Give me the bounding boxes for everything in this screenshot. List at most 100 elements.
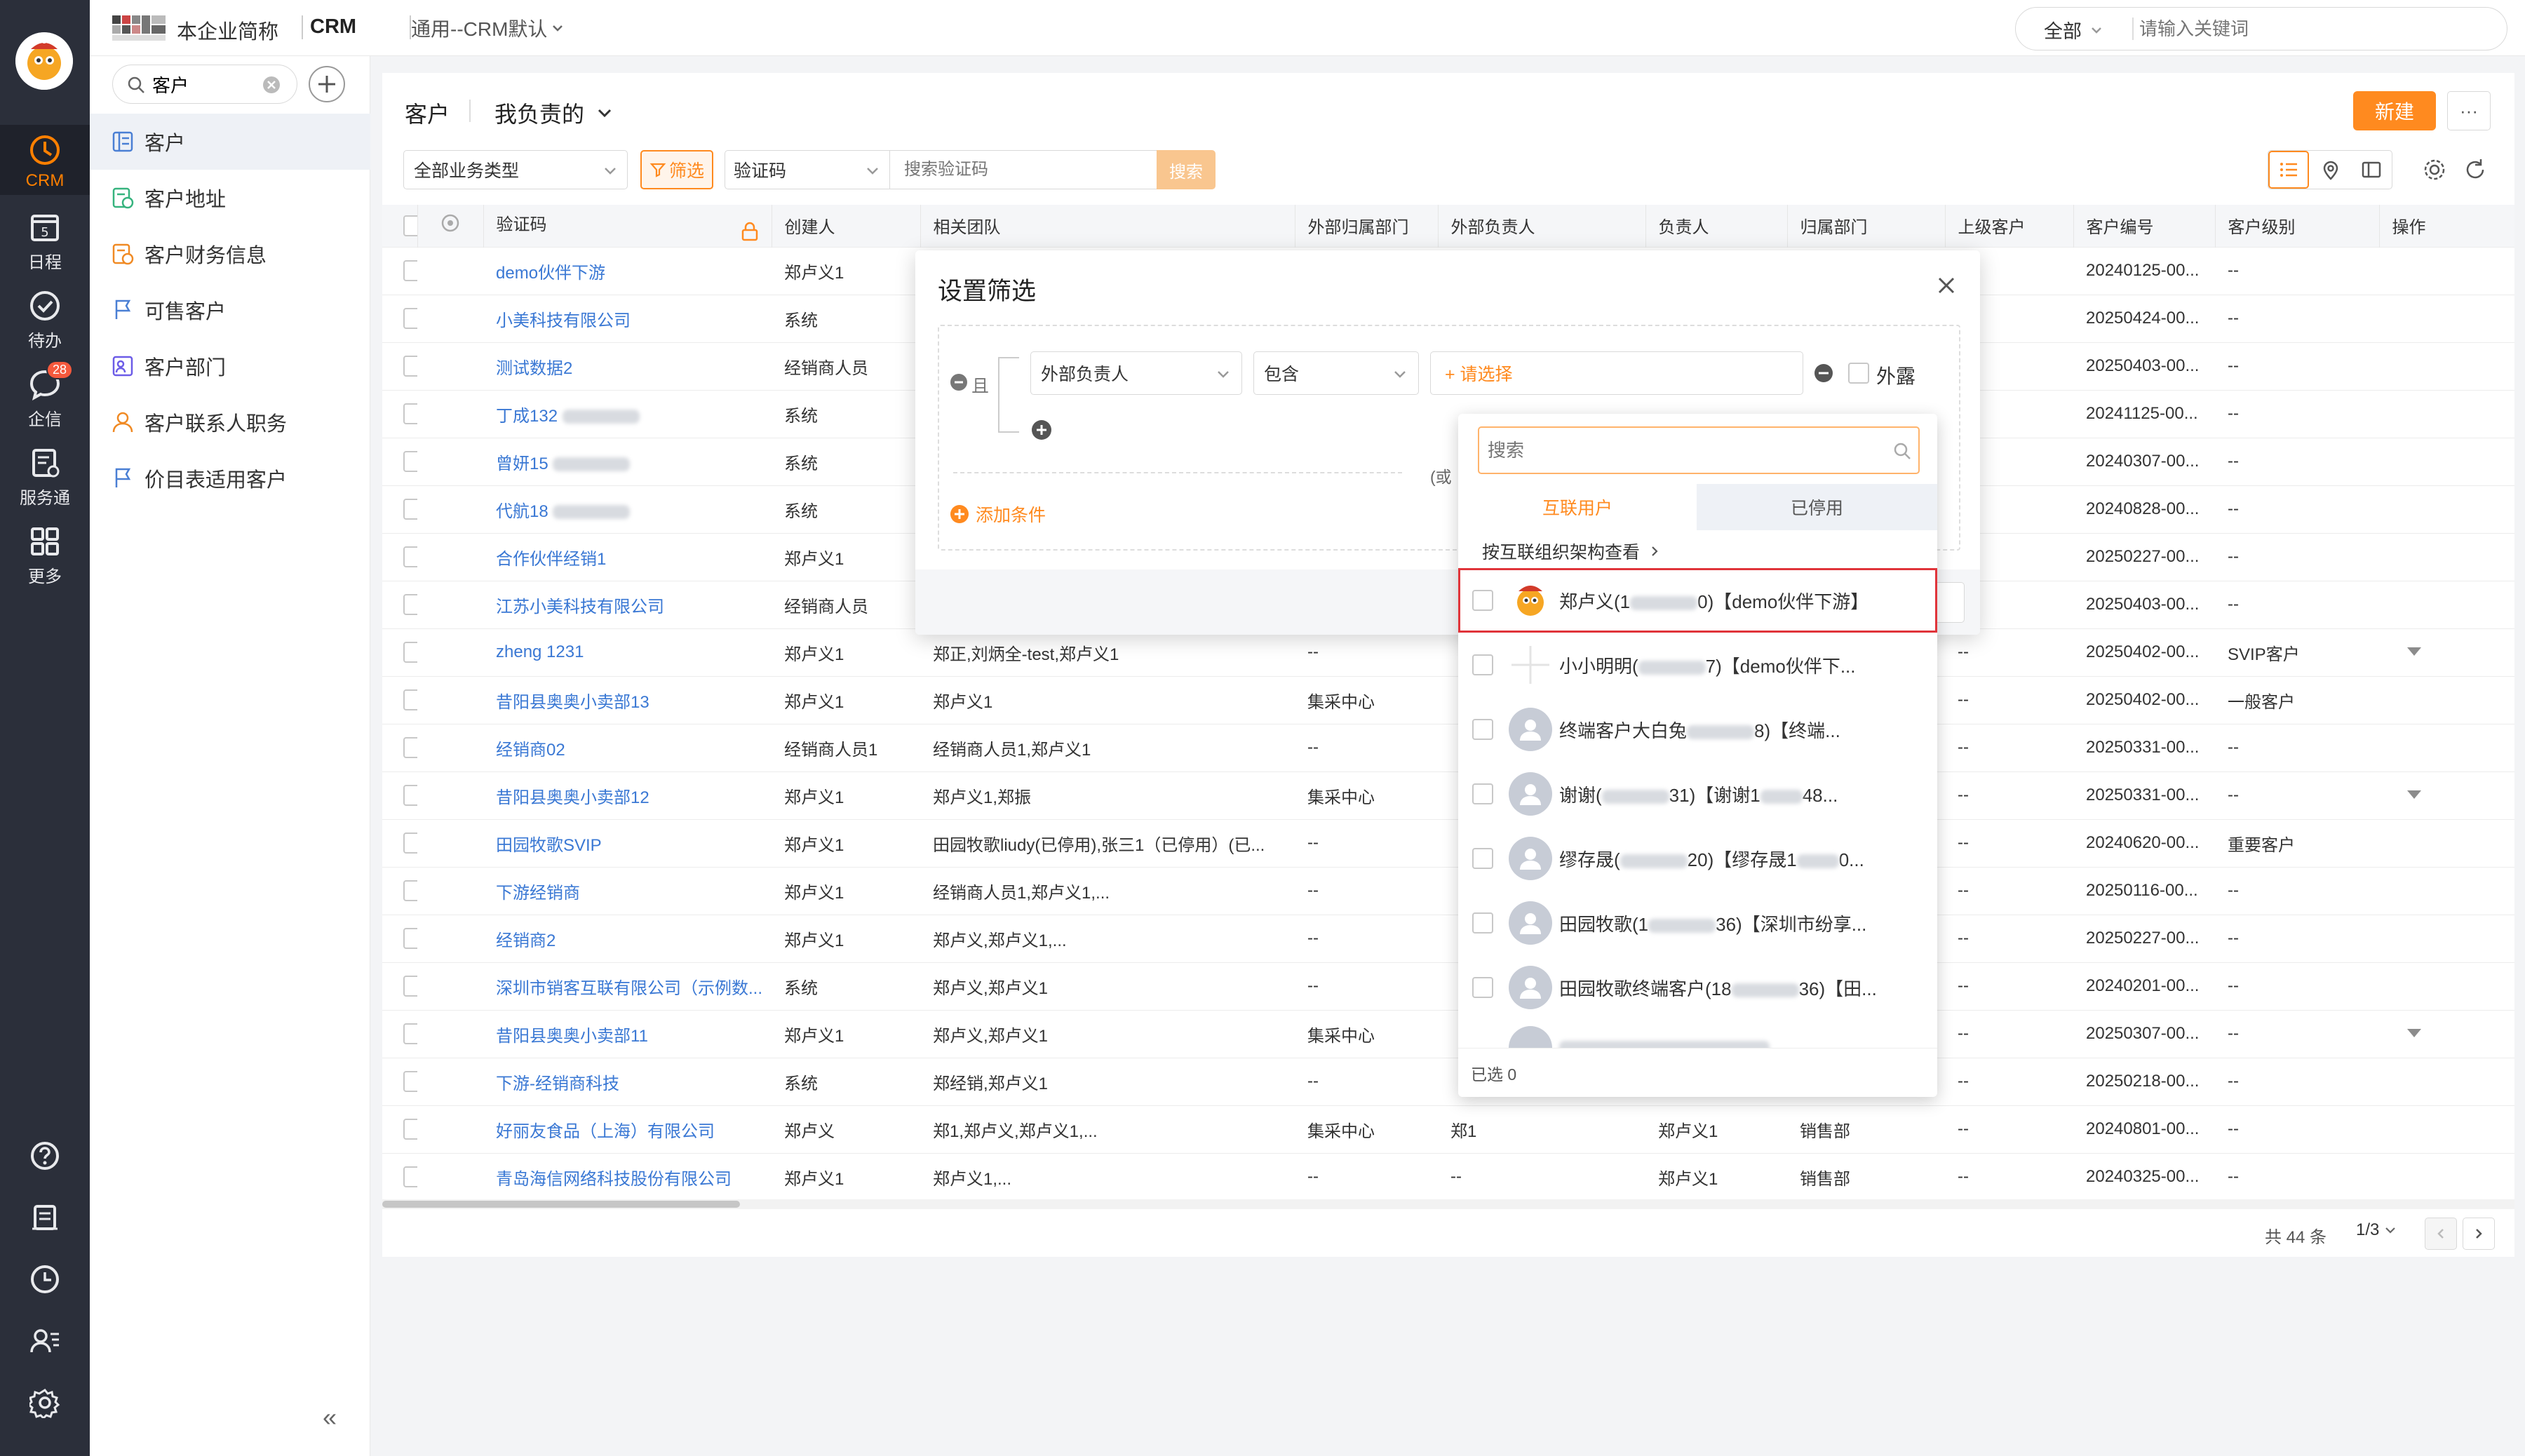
customer-name-link[interactable]: 下游-经销商科技 xyxy=(483,1057,772,1105)
customer-name-link[interactable]: 下游经销商 xyxy=(483,866,772,915)
table-row[interactable]: 深圳市销客互联有限公司（示例数... 系统 郑卢义,郑卢义1 -- -- 20240201… xyxy=(382,962,2514,1010)
nav-item-pricelist-customer[interactable]: 价目表适用客户 xyxy=(90,450,370,506)
scope-select[interactable]: 我负责的 xyxy=(494,97,615,129)
table-row[interactable]: 田园牧歌SVIP 郑卢义1 田园牧歌liudy(已停用),张三1（已停用）(已...… xyxy=(382,818,2514,867)
user-option[interactable]: 小小明明(7)【demo伙伴下... xyxy=(1458,633,1937,697)
refresh-icon[interactable] xyxy=(2463,157,2488,182)
row-checkbox[interactable] xyxy=(403,1119,417,1140)
user-checkbox[interactable] xyxy=(1472,719,1493,740)
table-row[interactable]: 昔阳县奥奥小卖部12 郑卢义1 郑卢义1,郑振 集采中心 -- 20250331-00..… xyxy=(382,771,2514,819)
global-search-input[interactable] xyxy=(2139,15,2490,43)
rail-item-more[interactable]: 更多 xyxy=(0,525,90,595)
table-row[interactable]: 下游经销商 郑卢义1 经销商人员1,郑卢义1,... -- -- 20250116-00.… xyxy=(382,866,2514,915)
map-view-button[interactable] xyxy=(2310,151,2351,189)
table-row[interactable]: zheng 1231 郑卢义1 郑正,刘炳全-test,郑卢义1 -- -- 202504… xyxy=(382,628,2514,676)
customer-name-link[interactable]: 昔阳县奥奥小卖部12 xyxy=(483,771,772,819)
customer-name-link[interactable]: 合作伙伴经销1 xyxy=(483,532,772,581)
filter-button[interactable]: 筛选 xyxy=(640,150,713,189)
avatar[interactable] xyxy=(15,32,73,90)
add-condition-button[interactable]: 添加条件 xyxy=(949,501,1046,527)
add-subcondition-icon[interactable] xyxy=(1030,419,1053,441)
rail-item-chat[interactable]: 企信 28 xyxy=(0,360,90,438)
customer-name-link[interactable]: 经销商02 xyxy=(483,723,772,771)
settings-icon[interactable] xyxy=(2422,157,2447,182)
expose-checkbox[interactable] xyxy=(1848,363,1869,384)
business-type-select[interactable]: 全部业务类型 xyxy=(403,150,628,189)
search-input[interactable] xyxy=(889,150,1157,189)
table-row[interactable]: 经销商02 经销商人员1 经销商人员1,郑卢义1 -- -- 20250331-00...… xyxy=(382,723,2514,771)
condition-field-select[interactable]: 外部负责人 xyxy=(1030,351,1242,395)
nav-item-contact-position[interactable]: 客户联系人职务 xyxy=(90,394,370,450)
settings-icon[interactable] xyxy=(29,1387,60,1418)
user-option[interactable]: 田园牧歌终端客户(18 36)【田... xyxy=(1458,955,1937,1020)
customer-name-link[interactable]: 江苏小美科技有限公司 xyxy=(483,580,772,628)
row-checkbox[interactable] xyxy=(403,689,417,710)
customer-name-link[interactable]: 青岛海信网络科技股份有限公司 xyxy=(483,1152,772,1201)
table-row[interactable]: 昔阳县奥奥小卖部13 郑卢义1 郑卢义1 集采中心 -- 20250402-00... 一般… xyxy=(382,675,2514,724)
caret-down-icon[interactable] xyxy=(2406,646,2423,657)
history-icon[interactable] xyxy=(29,1264,60,1295)
nav-item-customer-address[interactable]: 客户地址 xyxy=(90,170,370,226)
row-checkbox[interactable] xyxy=(403,403,417,424)
col-header-creator[interactable]: 创建人 xyxy=(772,205,921,247)
row-checkbox[interactable] xyxy=(403,737,417,758)
prev-page-button[interactable] xyxy=(2425,1218,2457,1250)
col-header-level[interactable]: 客户级别 xyxy=(2215,205,2380,247)
customer-name-link[interactable]: 丁成132 xyxy=(483,389,772,438)
nav-item-customer-finance[interactable]: 客户财务信息 xyxy=(90,226,370,282)
remove-condition-icon[interactable] xyxy=(1813,363,1834,384)
select-all-checkbox[interactable] xyxy=(403,215,417,236)
close-icon[interactable] xyxy=(1934,273,1959,298)
customer-name-link[interactable]: zheng 1231 xyxy=(483,628,772,676)
user-option[interactable]: 缪存晟(20)【缪存晟1 0... xyxy=(1458,826,1937,891)
col-header-parent[interactable]: 上级客户 xyxy=(1945,205,2074,247)
user-option[interactable]: 田园牧歌(1 36)【深圳市纷享... xyxy=(1458,891,1937,955)
nav-item-customer-department[interactable]: 客户部门 xyxy=(90,338,370,394)
customer-name-link[interactable]: demo伙伴下游 xyxy=(483,246,772,295)
user-checkbox[interactable] xyxy=(1472,590,1493,611)
caret-down-icon[interactable] xyxy=(2406,789,2423,800)
user-checkbox[interactable] xyxy=(1472,977,1493,998)
customer-name-link[interactable]: 测试数据2 xyxy=(483,342,772,390)
scrollbar-thumb[interactable] xyxy=(382,1201,740,1208)
nav-search-input[interactable] xyxy=(152,72,257,97)
column-settings-icon[interactable] xyxy=(440,213,461,234)
table-row[interactable]: 好丽友食品（上海）有限公司 郑卢义 郑1,郑卢义,郑卢义1,... 集采中心 郑1 郑卢义… xyxy=(382,1105,2514,1153)
search-scope-select[interactable]: 全部 xyxy=(2044,16,2104,43)
row-checkbox[interactable] xyxy=(403,1071,417,1092)
horizontal-scrollbar[interactable] xyxy=(382,1199,2514,1209)
next-page-button[interactable] xyxy=(2463,1218,2495,1250)
customer-name-link[interactable]: 深圳市销客互联有限公司（示例数... xyxy=(483,962,772,1010)
rail-item-todo[interactable]: 待办 xyxy=(0,289,90,359)
col-header-ext-dept[interactable]: 外部归属部门 xyxy=(1295,205,1439,247)
minus-circle-icon[interactable] xyxy=(949,372,969,392)
row-checkbox[interactable] xyxy=(403,594,417,615)
notes-icon[interactable] xyxy=(29,1202,60,1233)
customer-name-link[interactable]: 昔阳县奥奥小卖部11 xyxy=(483,1009,772,1058)
table-row[interactable]: 下游-经销商科技 系统 郑经销,郑卢义1 -- -- 20250218-00... -- xyxy=(382,1057,2514,1105)
view-switch[interactable]: 通用--CRM默认 xyxy=(411,14,565,42)
row-checkbox[interactable] xyxy=(403,833,417,854)
user-checkbox[interactable] xyxy=(1472,848,1493,869)
search-button[interactable]: 搜索 xyxy=(1157,150,1216,189)
customer-name-link[interactable]: 经销商2 xyxy=(483,914,772,962)
table-row[interactable]: 经销商2 郑卢义1 郑卢义,郑卢义1,... -- -- 20250227-00... -- xyxy=(382,914,2514,962)
col-header-team[interactable]: 相关团队 xyxy=(920,205,1295,247)
rail-item-crm[interactable]: CRM xyxy=(0,125,90,195)
row-checkbox[interactable] xyxy=(403,976,417,997)
customer-name-link[interactable]: 曾妍15 xyxy=(483,437,772,485)
user-checkbox[interactable] xyxy=(1472,912,1493,933)
row-actions[interactable] xyxy=(2379,1009,2514,1058)
row-checkbox[interactable] xyxy=(403,546,417,567)
clear-icon[interactable] xyxy=(262,75,281,95)
condition-value-picker[interactable]: + 请选择 xyxy=(1430,351,1803,395)
add-icon[interactable] xyxy=(307,65,346,104)
col-header-owner[interactable]: 负责人 xyxy=(1645,205,1788,247)
col-header-dept[interactable]: 归属部门 xyxy=(1787,205,1946,247)
row-checkbox[interactable] xyxy=(403,642,417,663)
user-option[interactable]: 谢谢(31)【谢谢1 48... xyxy=(1458,762,1937,826)
col-header-ext-owner[interactable]: 外部负责人 xyxy=(1438,205,1646,247)
more-button[interactable]: ··· xyxy=(2447,91,2491,130)
row-checkbox[interactable] xyxy=(403,1023,417,1044)
contacts-icon[interactable] xyxy=(29,1326,60,1356)
